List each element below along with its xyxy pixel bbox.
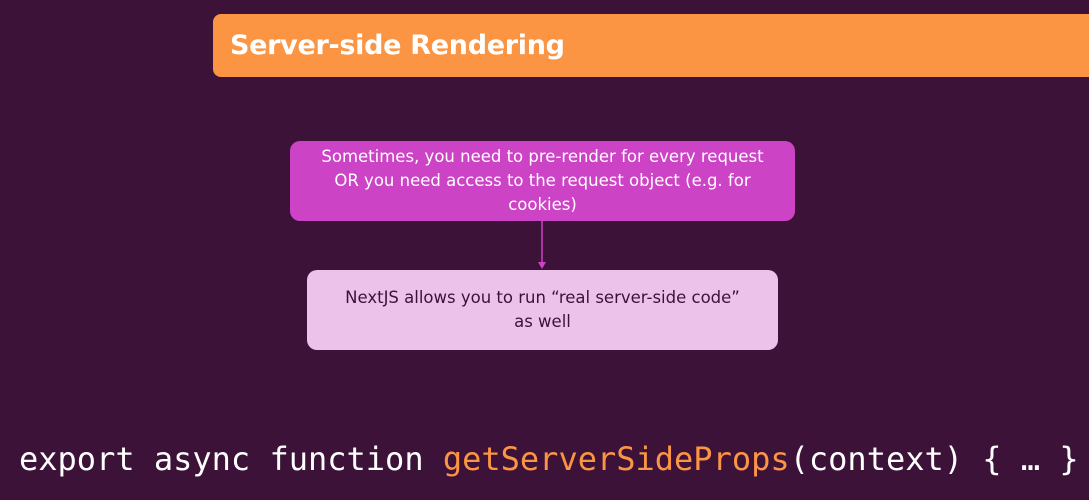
slide-title: Server-side Rendering	[230, 30, 565, 61]
slide-title-bar: Server-side Rendering	[213, 14, 1089, 77]
code-snippet: export async function getServerSideProps…	[19, 438, 1079, 480]
diagram-top-box: Sometimes, you need to pre-render for ev…	[290, 141, 795, 221]
diagram-top-box-text: Sometimes, you need to pre-render for ev…	[321, 147, 764, 214]
arrow-down-connector	[538, 221, 546, 269]
code-suffix: (context) { … }	[789, 440, 1079, 478]
code-prefix: export async function	[19, 440, 443, 478]
diagram-bottom-box: NextJS allows you to run “real server-si…	[307, 270, 778, 350]
diagram-bottom-box-text: NextJS allows you to run “real server-si…	[345, 288, 740, 331]
code-function-name: getServerSideProps	[442, 440, 790, 478]
